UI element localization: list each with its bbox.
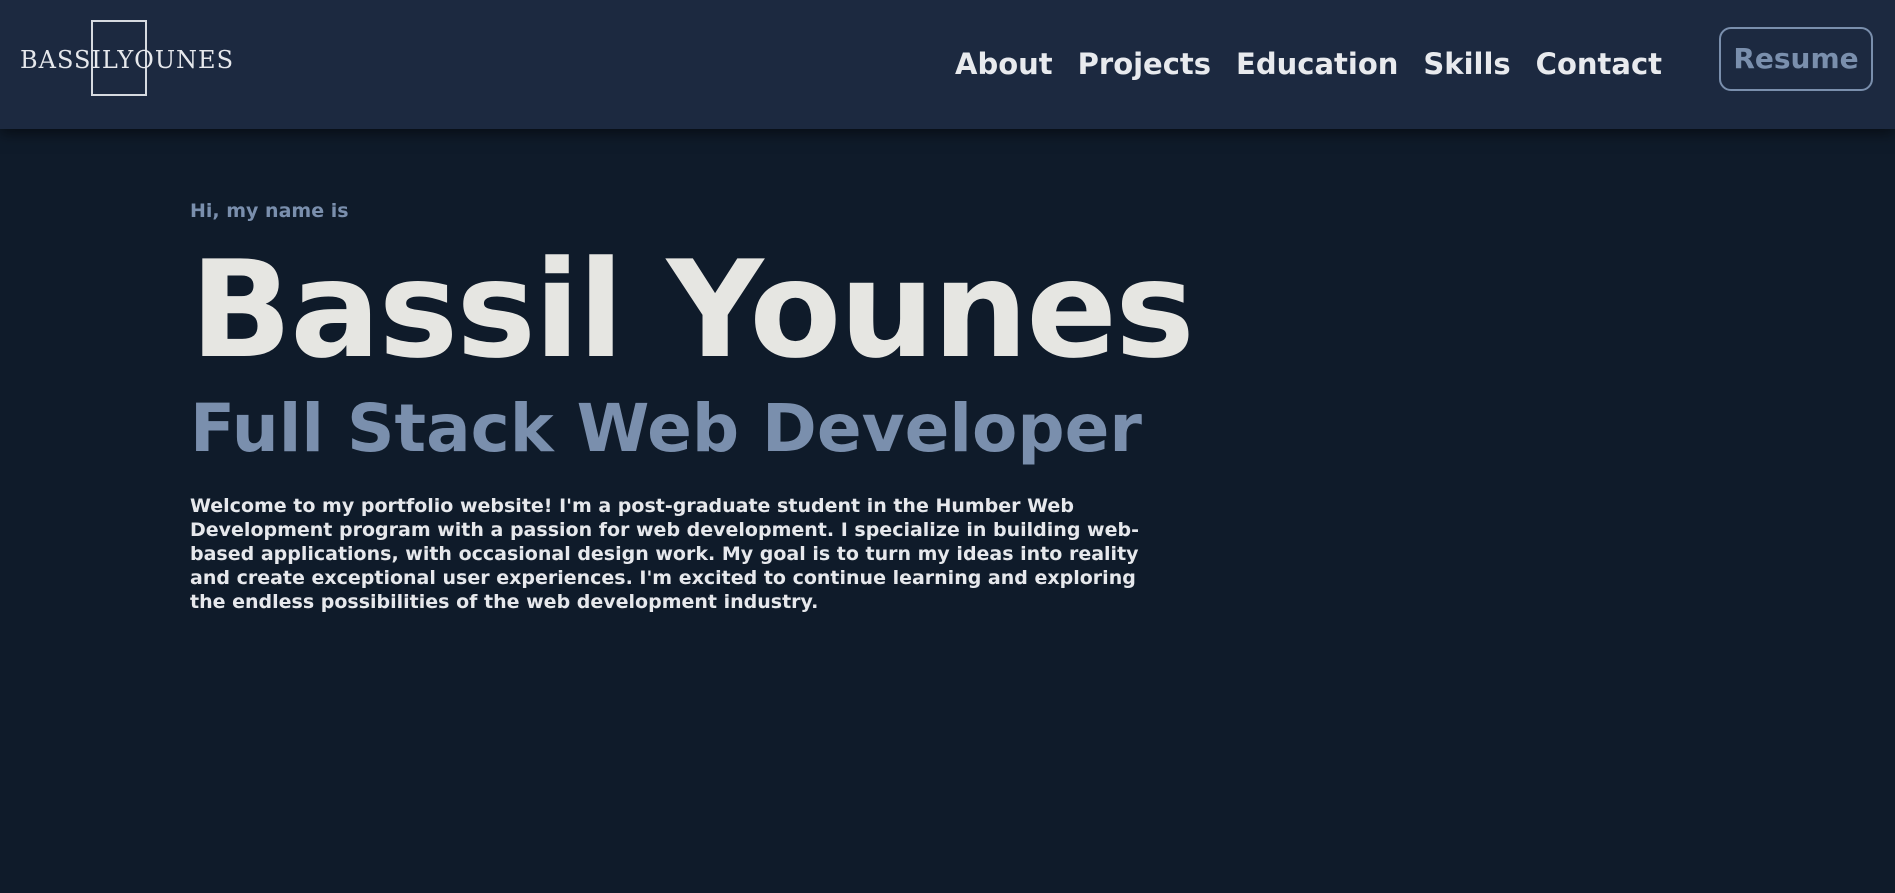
logo-text: BASSILYOUNES [20, 46, 235, 74]
site-header: BASSILYOUNES About Projects Education Sk… [0, 0, 1895, 129]
nav-link-contact[interactable]: Contact [1536, 44, 1662, 84]
nav-link-about[interactable]: About [955, 44, 1053, 84]
hero-section: Hi, my name is Bassil Younes Full Stack … [190, 196, 1195, 614]
main-nav: About Projects Education Skills Contact [955, 44, 1687, 84]
hero-intro: Welcome to my portfolio website! I'm a p… [190, 495, 1139, 613]
nav-link-education[interactable]: Education [1236, 44, 1398, 84]
nav-link-skills[interactable]: Skills [1423, 44, 1510, 84]
hero-name: Bassil Younes [190, 232, 1195, 388]
site-logo[interactable]: BASSILYOUNES [20, 20, 235, 100]
hero-title: Full Stack Web Developer [190, 390, 1142, 467]
nav-link-projects[interactable]: Projects [1078, 44, 1211, 84]
resume-button[interactable]: Resume [1719, 27, 1873, 91]
greeting-text: Hi, my name is [190, 200, 349, 222]
